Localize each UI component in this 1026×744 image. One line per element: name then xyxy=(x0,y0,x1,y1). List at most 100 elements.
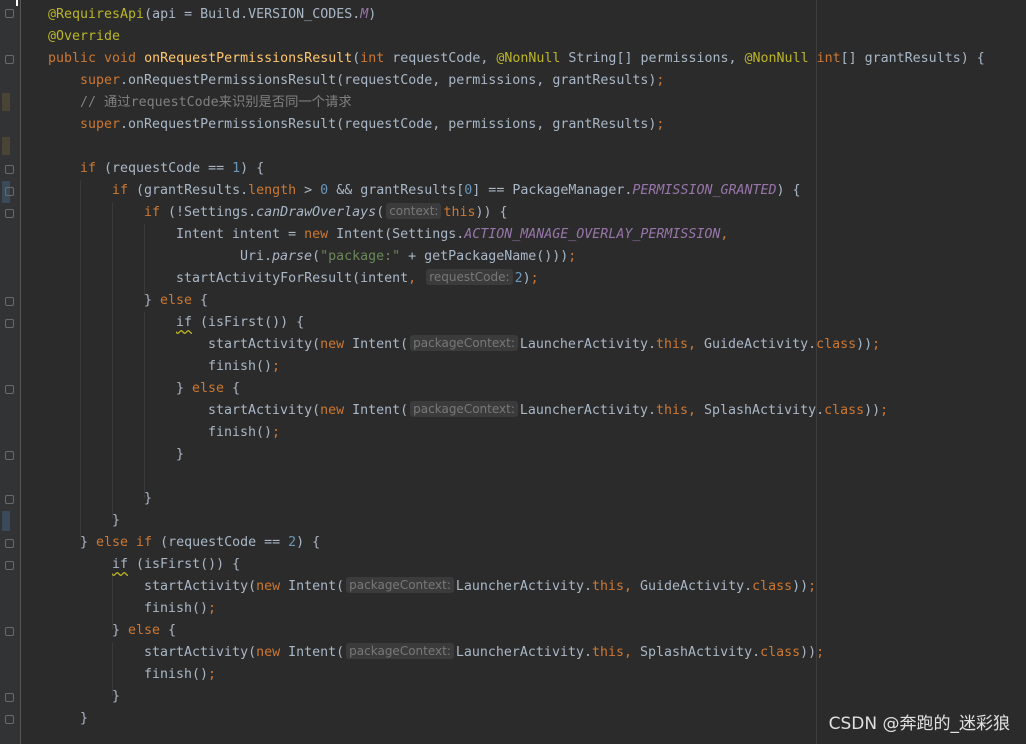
code-token: [] grantResults) { xyxy=(840,51,985,66)
code-editor[interactable]: @RequiresApi(api = Build.VERSION_CODES.M… xyxy=(48,4,985,730)
code-token: @NonNull xyxy=(744,51,817,66)
code-token: )) xyxy=(800,645,817,660)
code-token: if xyxy=(112,183,137,198)
code-token: { xyxy=(232,381,241,396)
code-line[interactable]: // 通过requestCode来识别是否同一个请求 xyxy=(48,92,985,114)
code-token: ( xyxy=(312,249,321,264)
code-token: 2 xyxy=(514,271,523,286)
code-line[interactable]: @RequiresApi(api = Build.VERSION_CODES.M… xyxy=(48,4,985,26)
code-line[interactable]: } xyxy=(48,488,985,510)
fold-icon[interactable] xyxy=(5,693,14,702)
code-line[interactable]: finish(); xyxy=(48,356,985,378)
code-token: LauncherActivity. xyxy=(519,403,656,418)
code-token: this, xyxy=(655,403,705,418)
code-token: "package:" xyxy=(320,249,409,264)
fold-icon[interactable] xyxy=(5,209,14,218)
code-token: onRequestPermissionsResult xyxy=(144,51,353,66)
code-line[interactable]: if (grantResults.length > 0 && grantResu… xyxy=(48,180,985,202)
code-token: canDrawOverlays xyxy=(256,205,377,220)
code-token: startActivity( xyxy=(144,645,257,660)
code-line[interactable]: } xyxy=(48,510,985,532)
code-token: // 通过requestCode来识别是否同一个请求 xyxy=(80,95,352,110)
code-token: new xyxy=(256,579,289,594)
change-marker[interactable] xyxy=(2,137,10,155)
fold-icon[interactable] xyxy=(5,627,14,636)
fold-icon[interactable] xyxy=(5,55,14,64)
fold-icon[interactable] xyxy=(5,385,14,394)
code-token: ; xyxy=(272,425,281,440)
code-token: + getPackageName())) xyxy=(408,249,569,264)
fold-icon[interactable] xyxy=(5,715,14,724)
code-line[interactable]: } else { xyxy=(48,290,985,312)
code-token: } xyxy=(112,513,121,528)
code-token: else xyxy=(160,293,201,308)
fold-icon[interactable] xyxy=(5,165,14,174)
code-token: } xyxy=(80,711,89,726)
fold-icon[interactable] xyxy=(5,539,14,548)
code-token: ) { xyxy=(240,161,265,176)
code-token: } xyxy=(144,491,153,506)
code-line[interactable]: startActivity(new Intent(packageContext:… xyxy=(48,400,985,422)
code-token: (grantResults. xyxy=(136,183,249,198)
code-line[interactable]: Intent intent = new Intent(Settings.ACTI… xyxy=(48,224,985,246)
code-line[interactable]: } xyxy=(48,686,985,708)
code-token: ; xyxy=(816,645,825,660)
fold-icon[interactable] xyxy=(5,187,14,196)
code-token: class xyxy=(816,337,857,352)
code-line[interactable]: if (isFirst()) { xyxy=(48,312,985,334)
code-line[interactable]: public void onRequestPermissionsResult(i… xyxy=(48,48,985,70)
code-line[interactable]: } xyxy=(48,444,985,466)
code-line[interactable]: } else if (requestCode == 2) { xyxy=(48,532,985,554)
code-token: ACTION_MANAGE_OVERLAY_PERMISSION xyxy=(464,227,721,242)
code-line[interactable]: finish(); xyxy=(48,422,985,444)
code-line[interactable]: startActivityForResult(intent, requestCo… xyxy=(48,268,985,290)
code-token: PERMISSION_GRANTED xyxy=(632,183,777,198)
code-token: } xyxy=(176,381,193,396)
code-line[interactable] xyxy=(48,136,985,158)
parameter-hint: packageContext: xyxy=(410,401,518,417)
code-token: } xyxy=(144,293,161,308)
code-token: public void xyxy=(48,51,145,66)
code-token: @Override xyxy=(48,29,121,44)
code-line[interactable]: Uri.parse("package:" + getPackageName())… xyxy=(48,246,985,268)
code-line[interactable] xyxy=(48,466,985,488)
fold-icon[interactable] xyxy=(5,297,14,306)
change-marker[interactable] xyxy=(2,511,10,531)
code-token: LauncherActivity. xyxy=(455,579,592,594)
code-token: )) xyxy=(864,403,881,418)
fold-icon[interactable] xyxy=(5,495,14,504)
code-line[interactable]: startActivity(new Intent(packageContext:… xyxy=(48,576,985,598)
code-token: )) { xyxy=(475,205,508,220)
code-line[interactable]: super.onRequestPermissionsResult(request… xyxy=(48,114,985,136)
code-line[interactable]: super.onRequestPermissionsResult(request… xyxy=(48,70,985,92)
code-token: ) { xyxy=(776,183,801,198)
code-token: LauncherActivity. xyxy=(519,337,656,352)
fold-icon[interactable] xyxy=(5,9,14,18)
fold-icon[interactable] xyxy=(5,319,14,328)
code-token: new xyxy=(304,227,337,242)
fold-icon[interactable] xyxy=(5,451,14,460)
code-line[interactable]: finish(); xyxy=(48,598,985,620)
code-token: (isFirst()) { xyxy=(136,557,241,572)
code-token: ; xyxy=(808,579,817,594)
code-token: 0 xyxy=(320,183,337,198)
code-token: , xyxy=(408,271,425,286)
code-token: (!Settings. xyxy=(168,205,257,220)
code-token: Uri. xyxy=(240,249,273,264)
code-line[interactable]: @Override xyxy=(48,26,985,48)
code-line[interactable]: } else { xyxy=(48,378,985,400)
code-line[interactable]: if (isFirst()) { xyxy=(48,554,985,576)
code-line[interactable]: startActivity(new Intent(packageContext:… xyxy=(48,642,985,664)
fold-icon[interactable] xyxy=(5,561,14,570)
change-marker[interactable] xyxy=(2,93,10,111)
code-token: ; xyxy=(656,117,665,132)
code-token: } xyxy=(112,623,129,638)
code-token: this, xyxy=(591,645,641,660)
code-line[interactable]: if (requestCode == 1) { xyxy=(48,158,985,180)
code-line[interactable]: finish(); xyxy=(48,664,985,686)
code-token: (requestCode == xyxy=(104,161,233,176)
code-line[interactable]: if (!Settings.canDrawOverlays(context: th… xyxy=(48,202,985,224)
code-line[interactable]: } else { xyxy=(48,620,985,642)
code-token: .onRequestPermissionsResult(requestCode,… xyxy=(120,73,657,88)
code-line[interactable]: startActivity(new Intent(packageContext:… xyxy=(48,334,985,356)
